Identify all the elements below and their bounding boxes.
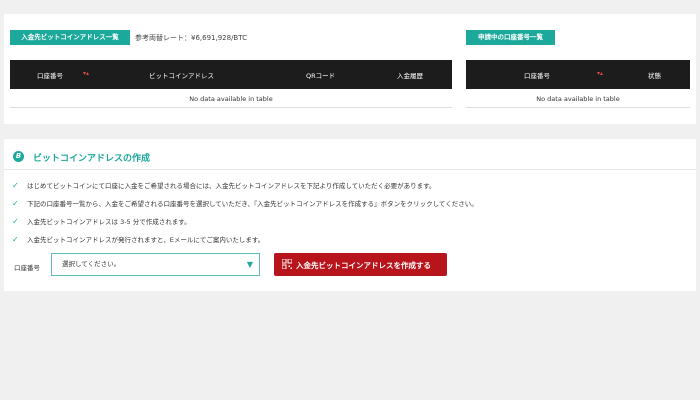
table-divider bbox=[10, 107, 452, 108]
check-icon: ✓ bbox=[12, 199, 19, 208]
bitcoin-icon: B bbox=[13, 151, 24, 162]
col-status[interactable]: 状態 bbox=[648, 70, 661, 80]
note-text: 下記の口座番号一覧から、入金をご希望される口座番号を選択していただき、『入金先ビ… bbox=[27, 200, 478, 208]
check-icon: ✓ bbox=[12, 235, 19, 244]
create-button-label: 入金先ビットコインアドレスを作成する bbox=[296, 261, 431, 270]
note-item: ✓ 下記の口座番号一覧から、入金をご希望される口座番号を選択していただき、『入金先… bbox=[12, 198, 478, 208]
note-item: ✓ 入金先ビットコインアドレスが発行されますと、Eメールにてご案内いたします。 bbox=[12, 234, 264, 244]
address-table-empty: No data available in table bbox=[189, 95, 273, 103]
note-text: 入金先ビットコインアドレスが発行されますと、Eメールにてご案内いたします。 bbox=[27, 236, 265, 244]
pending-table-empty: No data available in table bbox=[536, 95, 620, 103]
col-qr-code[interactable]: QRコード bbox=[306, 70, 335, 80]
check-icon: ✓ bbox=[12, 217, 19, 226]
note-item: ✓ はじめてビットコインにて口座に入金をご希望される場合には、入金先ビットコインア… bbox=[12, 180, 436, 190]
create-address-panel: B ビットコインアドレスの作成 ✓ はじめてビットコインにて口座に入金をご希望され… bbox=[4, 139, 696, 291]
account-number-select[interactable]: 選択してください。 ▼ bbox=[51, 253, 260, 276]
col-bitcoin-address[interactable]: ビットコインアドレス bbox=[149, 70, 214, 80]
note-item: ✓ 入金先ビットコインアドレスは 3-5 分で作成されます。 bbox=[12, 216, 191, 226]
create-address-button[interactable]: 入金先ビットコインアドレスを作成する bbox=[274, 253, 447, 276]
pending-table-header: 口座番号 ▾▴ 状態 bbox=[466, 60, 690, 89]
address-panel: 入金先ビットコインアドレス一覧 参考両替レート：¥6,691,928/BTC 口… bbox=[4, 14, 696, 124]
address-list-tag: 入金先ビットコインアドレス一覧 bbox=[10, 30, 130, 45]
section-divider bbox=[4, 169, 696, 170]
sort-icon[interactable]: ▾▴ bbox=[597, 70, 603, 77]
check-icon: ✓ bbox=[12, 181, 19, 190]
select-placeholder: 選択してください。 bbox=[62, 260, 121, 268]
chevron-down-icon: ▼ bbox=[246, 260, 253, 269]
qr-code-icon bbox=[282, 259, 292, 269]
note-text: 入金先ビットコインアドレスは 3-5 分で作成されます。 bbox=[27, 218, 191, 226]
col-account-number[interactable]: 口座番号 bbox=[524, 70, 550, 80]
col-deposit-history[interactable]: 入金履歴 bbox=[397, 70, 423, 80]
sort-icon[interactable]: ▾▴ bbox=[83, 70, 89, 77]
pending-list-tag: 申請中の口座番号一覧 bbox=[466, 30, 555, 45]
exchange-rate: 参考両替レート：¥6,691,928/BTC bbox=[135, 34, 247, 42]
account-number-label: 口座番号 bbox=[14, 264, 40, 272]
table-divider bbox=[466, 107, 690, 108]
address-table-header: 口座番号 ▾▴ ビットコインアドレス QRコード 入金履歴 bbox=[10, 60, 452, 89]
col-account-number[interactable]: 口座番号 bbox=[37, 70, 63, 80]
note-text: はじめてビットコインにて口座に入金をご希望される場合には、入金先ビットコインアド… bbox=[27, 182, 436, 190]
section-title: ビットコインアドレスの作成 bbox=[33, 154, 151, 164]
